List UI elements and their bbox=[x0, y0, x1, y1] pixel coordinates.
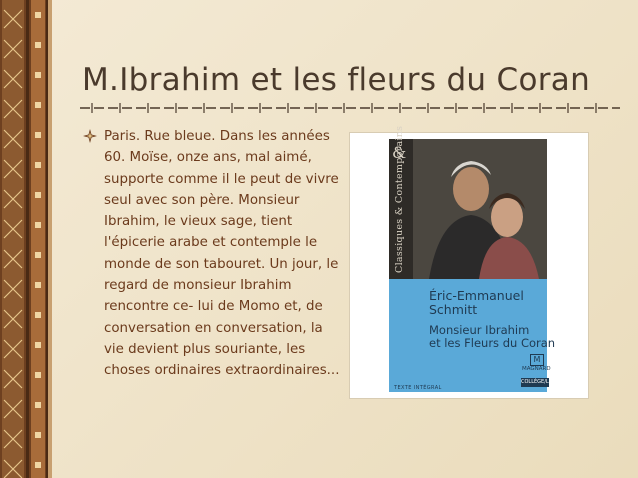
collection-badge: COLLÈGE/LP bbox=[521, 378, 552, 387]
cover-title: Monsieur Ibrahim et les Fleurs du Coran bbox=[429, 324, 555, 350]
summary-paragraph: Paris. Rue bleue. Dans les années 60. Mo… bbox=[104, 129, 340, 379]
title-divider bbox=[80, 102, 620, 114]
publisher-name: MAGNARD bbox=[522, 366, 551, 372]
series-name: Classiques & Contemporains bbox=[394, 125, 405, 273]
title-line-2: et les Fleurs du Coran bbox=[429, 336, 556, 350]
book-cover-image: & Classiques & Contemporains Éric-Emmanu… bbox=[350, 125, 588, 398]
publisher-logo: M bbox=[530, 354, 544, 366]
decorative-side-strip bbox=[0, 0, 52, 478]
slide-title: M.Ibrahim et les fleurs du Coran bbox=[82, 62, 591, 98]
slide: M.Ibrahim et les fleurs du Coran Paris. … bbox=[0, 0, 638, 478]
author-line-1: Éric-Emmanuel bbox=[429, 288, 524, 303]
sparkle-bullet-icon bbox=[82, 128, 98, 144]
edition-label: TEXTE INTÉGRAL bbox=[394, 385, 442, 391]
body-text-block: Paris. Rue bleue. Dans les années 60. Mo… bbox=[83, 126, 346, 382]
cover-author: Éric-Emmanuel Schmitt bbox=[429, 289, 524, 317]
author-line-2: Schmitt bbox=[429, 302, 478, 317]
